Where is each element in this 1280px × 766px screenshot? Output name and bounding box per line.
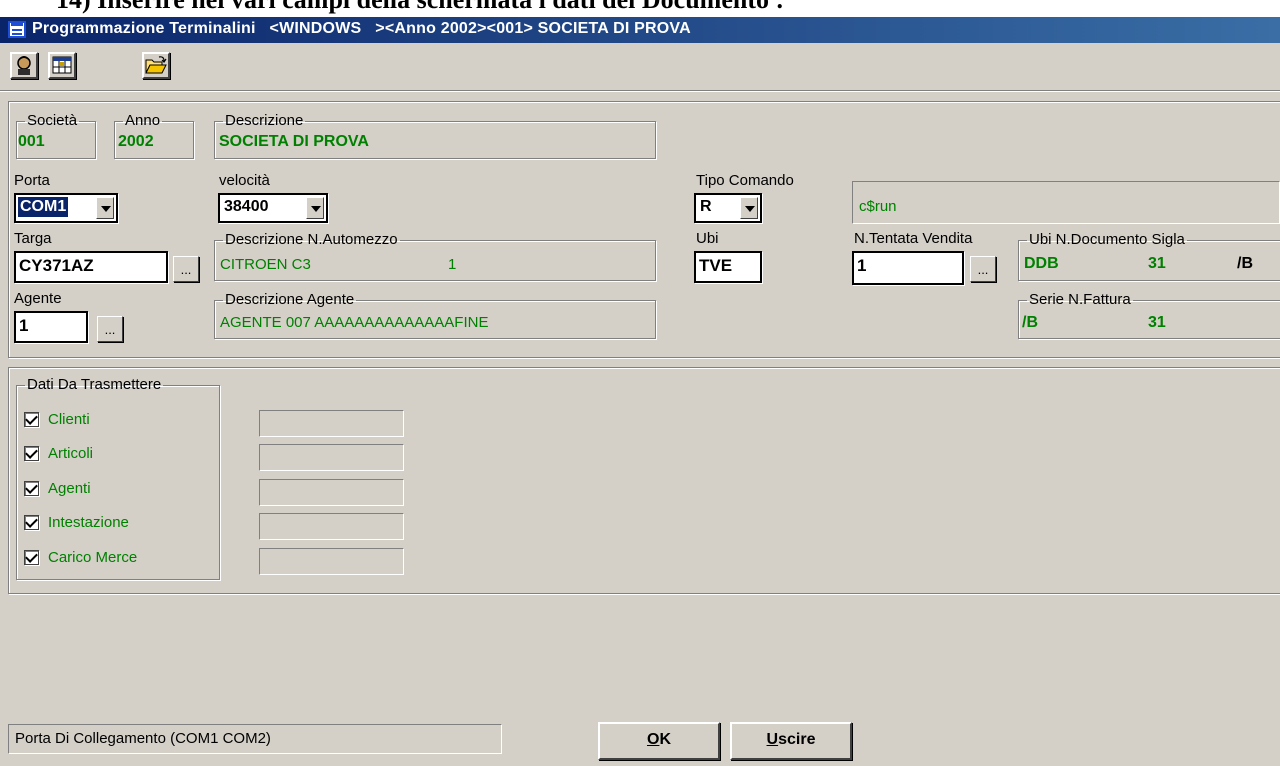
- serie-value: /B: [1022, 314, 1038, 331]
- desc-automezzo-label: Descrizione N.Automezzo: [225, 231, 398, 248]
- fattura-value: 31: [1148, 314, 1166, 331]
- targa-browse-button[interactable]: ...: [173, 256, 199, 282]
- porta-value: COM1: [18, 197, 69, 217]
- agenti-checkbox[interactable]: [24, 481, 39, 496]
- societa-value: 001: [18, 133, 45, 150]
- clienti-label: Clienti: [48, 411, 90, 428]
- table-icon: [52, 56, 72, 74]
- clienti-checkbox[interactable]: [24, 412, 39, 427]
- intestazione-label: Intestazione: [48, 514, 129, 531]
- agente-label: Agente: [14, 290, 62, 307]
- status-bar: Porta Di Collegamento (COM1 COM2): [8, 724, 502, 754]
- title-bar[interactable]: Programmazione Terminalini <WINDOWS ><An…: [0, 17, 1280, 43]
- chevron-down-icon[interactable]: [96, 197, 114, 219]
- document-text-strip: 14) Inserire nei vari campi della scherm…: [0, 0, 1280, 17]
- ok-hotkey: O: [646, 731, 660, 748]
- carico-merce-checkbox[interactable]: [24, 550, 39, 565]
- descrizione-label: Descrizione: [225, 112, 304, 129]
- desc-agente-value: AGENTE 007 AAAAAAAAAAAAAAFINE: [220, 314, 489, 331]
- desc-automezzo-value: CITROEN C3: [220, 256, 311, 273]
- porta-select[interactable]: COM1: [14, 193, 118, 223]
- document-text: 14) Inserire nei vari campi della scherm…: [56, 0, 784, 15]
- ubi-documento-number: 31: [1148, 255, 1166, 272]
- carico-merce-status-field: [259, 548, 404, 575]
- ubi-input[interactable]: TVE: [694, 251, 762, 283]
- ubi-documento-sigla: /B: [1237, 255, 1253, 272]
- comando-value: c$run: [859, 198, 897, 215]
- window-title: Programmazione Terminalini <WINDOWS ><An…: [32, 20, 691, 37]
- transmit-legend: Dati Da Trasmettere: [27, 376, 162, 393]
- ubi-documento-label: Ubi N.Documento Sigla: [1029, 231, 1185, 248]
- chevron-down-icon[interactable]: [306, 197, 324, 219]
- societa-label: Società: [27, 112, 78, 129]
- agenti-status-field: [259, 479, 404, 506]
- window-icon: [8, 21, 26, 38]
- articoli-label: Articoli: [48, 445, 94, 462]
- tipo-comando-value: R: [700, 198, 712, 215]
- exit-hotkey: U: [766, 731, 779, 748]
- articoli-status-field: [259, 444, 404, 471]
- user-icon: [17, 56, 31, 75]
- serie-fattura-label: Serie N.Fattura: [1029, 291, 1131, 308]
- porta-label: Porta: [14, 172, 50, 189]
- tentata-input[interactable]: 1: [852, 251, 964, 285]
- descrizione-value: SOCIETA DI PROVA: [219, 133, 369, 150]
- ok-label-rest: K: [659, 731, 671, 748]
- intestazione-checkbox[interactable]: [24, 515, 39, 530]
- open-folder-icon: [145, 56, 167, 74]
- targa-input[interactable]: CY371AZ: [14, 251, 168, 283]
- articoli-checkbox[interactable]: [24, 446, 39, 461]
- desc-agente-label: Descrizione Agente: [225, 291, 355, 308]
- tentata-label: N.Tentata Vendita: [854, 230, 973, 247]
- table-button[interactable]: [48, 52, 76, 79]
- clienti-status-field: [259, 410, 404, 437]
- anno-label: Anno: [125, 112, 161, 129]
- carico-merce-label: Carico Merce: [48, 549, 138, 566]
- ubi-documento-ubi: DDB: [1024, 255, 1059, 272]
- velocita-label: velocità: [219, 172, 270, 189]
- tipo-comando-select[interactable]: R: [694, 193, 762, 223]
- user-button[interactable]: [10, 52, 38, 79]
- tipo-comando-label: Tipo Comando: [696, 172, 794, 189]
- agente-input[interactable]: 1: [14, 311, 88, 343]
- comando-field[interactable]: c$run: [852, 181, 1280, 224]
- status-text: Porta Di Collegamento (COM1 COM2): [15, 730, 271, 747]
- exit-label-rest: scire: [778, 731, 816, 748]
- ubi-label: Ubi: [696, 230, 719, 247]
- open-folder-button[interactable]: [142, 52, 170, 79]
- exit-button[interactable]: Uscire: [730, 722, 852, 760]
- desc-automezzo-number: 1: [448, 256, 457, 273]
- targa-label: Targa: [14, 230, 52, 247]
- agente-browse-button[interactable]: ...: [97, 316, 123, 342]
- velocita-select[interactable]: 38400: [218, 193, 328, 223]
- intestazione-status-field: [259, 513, 404, 540]
- tentata-browse-button[interactable]: ...: [970, 256, 996, 282]
- toolbar-separator: [0, 90, 1280, 92]
- chevron-down-icon[interactable]: [740, 197, 758, 219]
- agenti-label: Agenti: [48, 480, 91, 497]
- anno-value: 2002: [118, 133, 154, 150]
- ok-button[interactable]: OK: [598, 722, 720, 760]
- velocita-value: 38400: [224, 198, 269, 215]
